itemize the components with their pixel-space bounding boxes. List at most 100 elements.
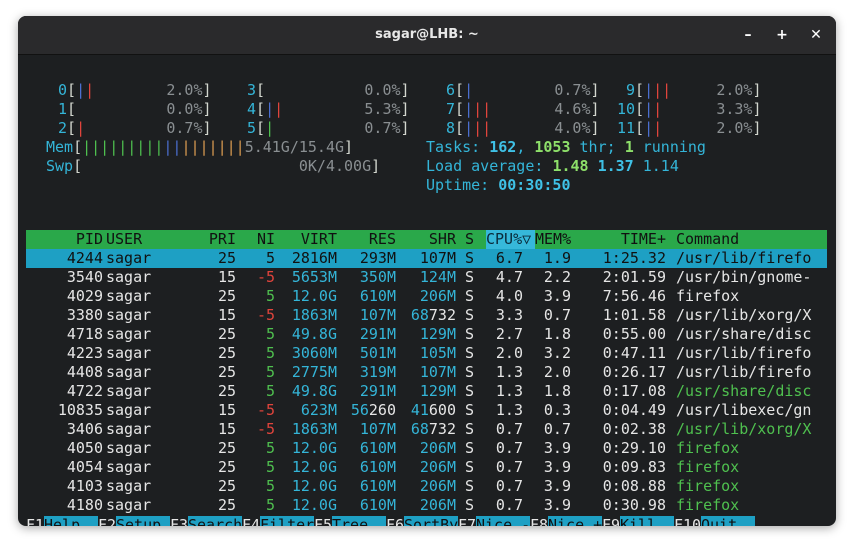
table-row[interactable]: 3406 sagar 15 -5 1863M 107M 68732 S 0.7 0.7 0:02.3…	[26, 420, 827, 439]
fkey-f6-button[interactable]: SortBy	[404, 516, 458, 526]
res-cell: 107M	[359, 420, 396, 438]
col-mem[interactable]: MEM%	[535, 230, 571, 249]
table-row[interactable]: 3540 sagar 15 -5 5653M 350M 124M S 4.7 2.2 2:01.59…	[26, 268, 827, 287]
pid-cell: 4718	[66, 325, 103, 343]
fkey-f6: F6	[386, 516, 405, 526]
command-cell: /usr/bin/gnome-	[676, 268, 812, 286]
ni-cell: -5	[256, 401, 275, 419]
table-row[interactable]: 4029 sagar 25 5 12.0G 610M 206M S 4.0 3.9 7:56.46 f…	[26, 287, 827, 306]
col-pid[interactable]: PID	[26, 230, 103, 249]
mem-cell: 3.9	[543, 458, 571, 476]
shr-cell: 68732	[410, 306, 456, 324]
fkey-f2-button[interactable]: Setup	[116, 516, 170, 526]
user-cell: sagar	[106, 439, 152, 457]
shr-cell: 129M	[419, 382, 456, 400]
cpu-meter-11: 11[|| 2.0%]	[617, 119, 762, 137]
pri-cell: 25	[217, 249, 236, 267]
ni-cell: 5	[265, 382, 275, 400]
fkey-f4-button[interactable]: Filter	[260, 516, 314, 526]
ni-cell: 5	[265, 439, 275, 457]
state-cell: S	[465, 344, 475, 362]
close-button[interactable]: ✕	[807, 26, 825, 44]
fkey-f9-button[interactable]: Kill	[620, 516, 674, 526]
mem-cell: 2.0	[543, 363, 571, 381]
table-row[interactable]: 4718 sagar 25 5 49.8G 291M 129M S 2.7 1.8 0:55.00 /…	[26, 325, 827, 344]
command-cell: firefox	[676, 458, 740, 476]
cpu-meter-2: 2[| 0.7%]	[58, 119, 212, 137]
command-cell: firefox	[676, 496, 740, 514]
mem-cell: 1.8	[543, 325, 571, 343]
table-row[interactable]: 4103 sagar 25 5 12.0G 610M 206M S 0.7 3.9 0:08.88 f…	[26, 477, 827, 496]
col-virt[interactable]: VIRT	[279, 230, 337, 249]
ni-cell: -5	[256, 306, 275, 324]
virt-cell: 12.0G	[291, 287, 337, 305]
ni-cell: 5	[265, 249, 275, 267]
command-cell: /usr/share/disc	[676, 325, 812, 343]
process-table-header: PID USER PRI NI VIRT RES SHR S CPU%▽ MEM…	[26, 230, 827, 249]
ni-cell: -5	[256, 268, 275, 286]
htop-screen[interactable]: 0[|| 2.0%] 1[ 0.0%] 2[| 0.7%] 3[ 0.0%] 4…	[26, 73, 828, 526]
command-cell: firefox	[676, 477, 740, 495]
minimize-button[interactable]: –	[739, 26, 757, 44]
col-res[interactable]: RES	[341, 230, 396, 249]
fkey-f10-button[interactable]: Quit	[701, 516, 755, 526]
cpu-cell: 3.3	[495, 306, 523, 324]
user-cell: sagar	[106, 496, 152, 514]
fkey-f8: F8	[530, 516, 549, 526]
table-row[interactable]: 4054 sagar 25 5 12.0G 610M 206M S 0.7 3.9 0:09.83 f…	[26, 458, 827, 477]
table-row[interactable]: 3380 sagar 15 -5 1863M 107M 68732 S 3.3 0.7 1:01.5…	[26, 306, 827, 325]
virt-cell: 12.0G	[291, 439, 337, 457]
shr-cell: 206M	[419, 477, 456, 495]
fkey-f7: F7	[458, 516, 477, 526]
state-cell: S	[465, 363, 475, 381]
shr-cell: 206M	[419, 439, 456, 457]
table-row[interactable]: 4050 sagar 25 5 12.0G 610M 206M S 0.7 3.9 0:29.10 f…	[26, 439, 827, 458]
shr-cell: 105M	[419, 344, 456, 362]
pid-cell: 4244	[66, 249, 103, 267]
mem-cell: 1.8	[543, 382, 571, 400]
user-cell: sagar	[106, 477, 152, 495]
col-shr[interactable]: SHR	[399, 230, 456, 249]
pid-cell: 4054	[66, 458, 103, 476]
col-user[interactable]: USER	[106, 230, 142, 249]
col-state[interactable]: S	[465, 230, 474, 249]
col-command[interactable]: Command	[676, 230, 739, 249]
user-cell: sagar	[106, 268, 152, 286]
pid-cell: 3380	[66, 306, 103, 324]
fkey-f5-button[interactable]: Tree	[332, 516, 386, 526]
table-row[interactable]: 4223 sagar 25 5 3060M 501M 105M S 2.0 3.2 0:47.11 /…	[26, 344, 827, 363]
cpu-cell: 2.7	[495, 325, 523, 343]
fkey-f8-button[interactable]: Nice +	[548, 516, 602, 526]
user-cell: sagar	[106, 306, 152, 324]
table-row[interactable]: 4180 sagar 25 5 12.0G 610M 206M S 0.7 3.9 0:30.98 f…	[26, 496, 827, 515]
time-cell: 0:09.83	[602, 458, 666, 476]
time-cell: 0:29.10	[602, 439, 666, 457]
fkey-f7-button[interactable]: Nice -	[476, 516, 530, 526]
cpu-cell: 4.7	[495, 268, 523, 286]
command-cell: /usr/share/disc	[676, 382, 812, 400]
cpu-meter-7: 7[||| 4.6%]	[446, 100, 600, 118]
cpu-meter-9: 9[||| 2.0%]	[626, 81, 762, 99]
terminal-window: sagar@LHB: ~ – + ✕ 0[|| 2.0%] 1[ 0.0%] 2…	[18, 16, 836, 526]
mem-cell: 3.9	[543, 439, 571, 457]
col-pri[interactable]: PRI	[186, 230, 236, 249]
col-time[interactable]: TIME+	[586, 230, 666, 249]
virt-cell: 49.8G	[291, 382, 337, 400]
titlebar[interactable]: sagar@LHB: ~ – + ✕	[18, 16, 836, 55]
fkey-f10: F10	[674, 516, 702, 526]
command-cell: firefox	[676, 287, 740, 305]
table-row[interactable]: 4408 sagar 25 5 2775M 319M 107M S 1.3 2.0 0:26.17 /…	[26, 363, 827, 382]
fkey-f3-button[interactable]: Search	[188, 516, 242, 526]
table-row[interactable]: 4722 sagar 25 5 49.8G 291M 129M S 1.3 1.8 0:17.08 /…	[26, 382, 827, 401]
col-cpu[interactable]: CPU%▽	[486, 230, 535, 249]
fkey-f1-button[interactable]: Help	[44, 516, 98, 526]
maximize-button[interactable]: +	[773, 26, 791, 44]
table-row[interactable]: 4244 sagar 25 5 2816M 293M 107M S 6.7 1.9 1:25.32 /…	[26, 249, 827, 268]
table-row[interactable]: 10835 sagar 15 -5 623M 56260 41600 S 1.3 0.3 0:04.…	[26, 401, 827, 420]
pid-cell: 4408	[66, 363, 103, 381]
cpu-meter-0: 0[|| 2.0%]	[58, 81, 212, 99]
pid-cell: 4722	[66, 382, 103, 400]
col-ni[interactable]: NI	[239, 230, 275, 249]
command-cell: /usr/libexec/gn	[676, 401, 812, 419]
pri-cell: 25	[217, 439, 236, 457]
